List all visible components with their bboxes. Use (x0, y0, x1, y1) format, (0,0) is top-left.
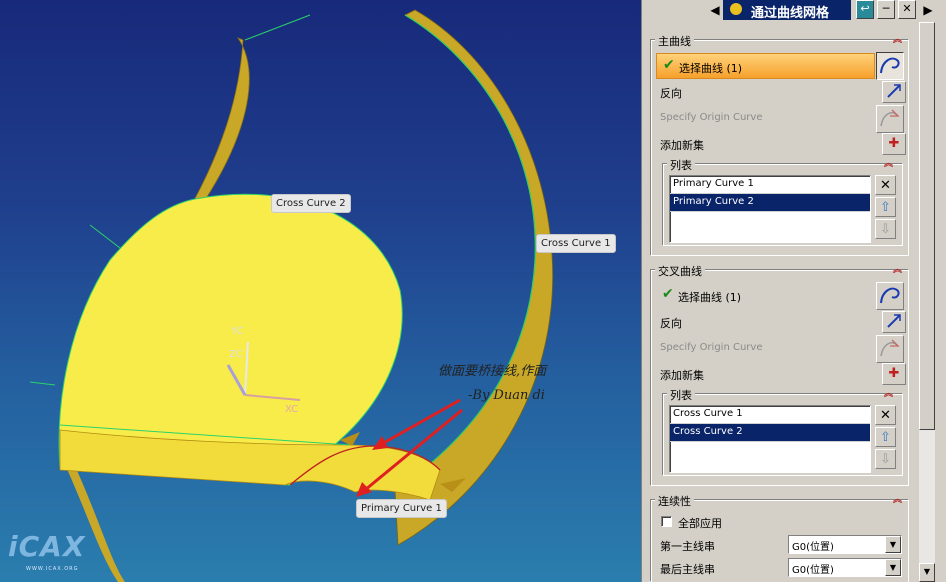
annotation-author: -By Duan di (468, 388, 545, 403)
apply-icon[interactable]: ↩ (856, 0, 874, 19)
last-primary-select[interactable]: G0(位置) ▼ (788, 558, 902, 577)
cross-curves-list[interactable]: Cross Curve 1 Cross Curve 2 (669, 405, 871, 473)
primary-list-collapse-icon[interactable]: ︽ (884, 160, 893, 169)
cross-collapse-icon[interactable]: ︽ (893, 266, 902, 275)
cross-list-title: 列表 (667, 387, 695, 403)
axis-label-z: ZC (229, 349, 243, 360)
cross-curves-title: 交叉曲线 (655, 263, 705, 279)
callout-primary-curve-1: Primary Curve 1 (356, 499, 447, 518)
list-item[interactable]: Cross Curve 1 (670, 406, 870, 424)
first-primary-label: 第一主线串 (660, 540, 715, 553)
primary-curves-list[interactable]: Primary Curve 1 Primary Curve 2 (669, 175, 871, 243)
graphics-viewport[interactable]: Cross Curve 2 Cross Curve 1 Primary Curv… (0, 0, 641, 582)
cross-list-collapse-icon[interactable]: ︽ (884, 390, 893, 399)
add-set-icon[interactable]: ✚ (882, 363, 906, 385)
dialog-scroll-thumb[interactable] (919, 22, 935, 430)
origin-curve-icon[interactable] (876, 105, 904, 133)
check-icon: ✔ (663, 57, 675, 73)
axis-label-y: YC (231, 326, 244, 337)
primary-reverse-label: 反向 (660, 87, 682, 100)
list-item[interactable]: Primary Curve 2 (670, 194, 870, 212)
cross-select-curve-row[interactable]: ✔ 选择曲线 (1) (656, 283, 875, 309)
cross-origin-label: Specify Origin Curve (660, 342, 763, 353)
check-icon: ✔ (662, 286, 674, 302)
dialog-menu-icon[interactable] (730, 3, 742, 15)
green-tick-1 (244, 14, 311, 41)
last-primary-label: 最后主线串 (660, 563, 715, 576)
chevron-down-icon[interactable]: ▼ (885, 536, 901, 553)
primary-origin-label: Specify Origin Curve (660, 112, 763, 123)
move-down-icon[interactable]: ⇩ (875, 449, 896, 469)
primary-select-curve-row[interactable]: ✔ 选择曲线 (1) (656, 53, 875, 79)
list-item[interactable]: Cross Curve 2 (670, 424, 870, 442)
primary-curves-title: 主曲线 (655, 33, 694, 49)
close-icon[interactable]: ✕ (898, 0, 916, 19)
primary-add-set-label: 添加新集 (660, 139, 704, 152)
primary-select-curve-label: 选择曲线 (1) (679, 62, 743, 75)
model-scene[interactable] (0, 0, 641, 582)
dialog-title: 通过曲线网格 (723, 0, 851, 21)
green-tick-2 (89, 224, 121, 249)
add-set-icon[interactable]: ✚ (882, 133, 906, 155)
icax-logo: iCAX (8, 530, 86, 563)
primary-list-title: 列表 (667, 157, 695, 173)
select-curve-icon[interactable] (876, 52, 904, 80)
continuity-collapse-icon[interactable]: ︽ (893, 496, 902, 505)
select-curve-icon[interactable] (876, 282, 904, 310)
minimize-icon[interactable]: ─ (877, 0, 895, 19)
list-item[interactable]: Primary Curve 1 (670, 176, 870, 194)
annotation-text: 做面要桥接线,作面 (438, 364, 547, 379)
scroll-down-icon[interactable]: ▼ (919, 563, 935, 582)
cross-reverse-label: 反向 (660, 317, 682, 330)
chevron-down-icon[interactable]: ▼ (885, 559, 901, 576)
apply-all-checkbox[interactable] (661, 516, 672, 527)
cross-add-set-label: 添加新集 (660, 369, 704, 382)
primary-collapse-icon[interactable]: ︽ (893, 36, 902, 45)
continuity-title: 连续性 (655, 493, 694, 509)
icax-logo-url: WWW.ICAX.ORG (26, 566, 79, 572)
delete-icon[interactable]: ✕ (875, 405, 896, 425)
scroll-left-icon[interactable]: ◀ (708, 1, 722, 19)
callout-cross-curve-2: Cross Curve 2 (271, 194, 351, 213)
cross-select-curve-label: 选择曲线 (1) (678, 291, 742, 304)
first-primary-select[interactable]: G0(位置) ▼ (788, 535, 902, 554)
green-tick-3 (29, 381, 56, 386)
apply-all-label: 全部应用 (678, 517, 722, 530)
reverse-icon[interactable] (882, 311, 906, 333)
delete-icon[interactable]: ✕ (875, 175, 896, 195)
reverse-icon[interactable] (882, 81, 906, 103)
origin-curve-icon[interactable] (876, 335, 904, 363)
axis-label-x: XC (285, 404, 299, 415)
move-up-icon[interactable]: ⇧ (875, 427, 896, 447)
scroll-right-icon[interactable]: ▶ (921, 1, 935, 19)
move-down-icon[interactable]: ⇩ (875, 219, 896, 239)
move-up-icon[interactable]: ⇧ (875, 197, 896, 217)
callout-cross-curve-1: Cross Curve 1 (536, 234, 616, 253)
